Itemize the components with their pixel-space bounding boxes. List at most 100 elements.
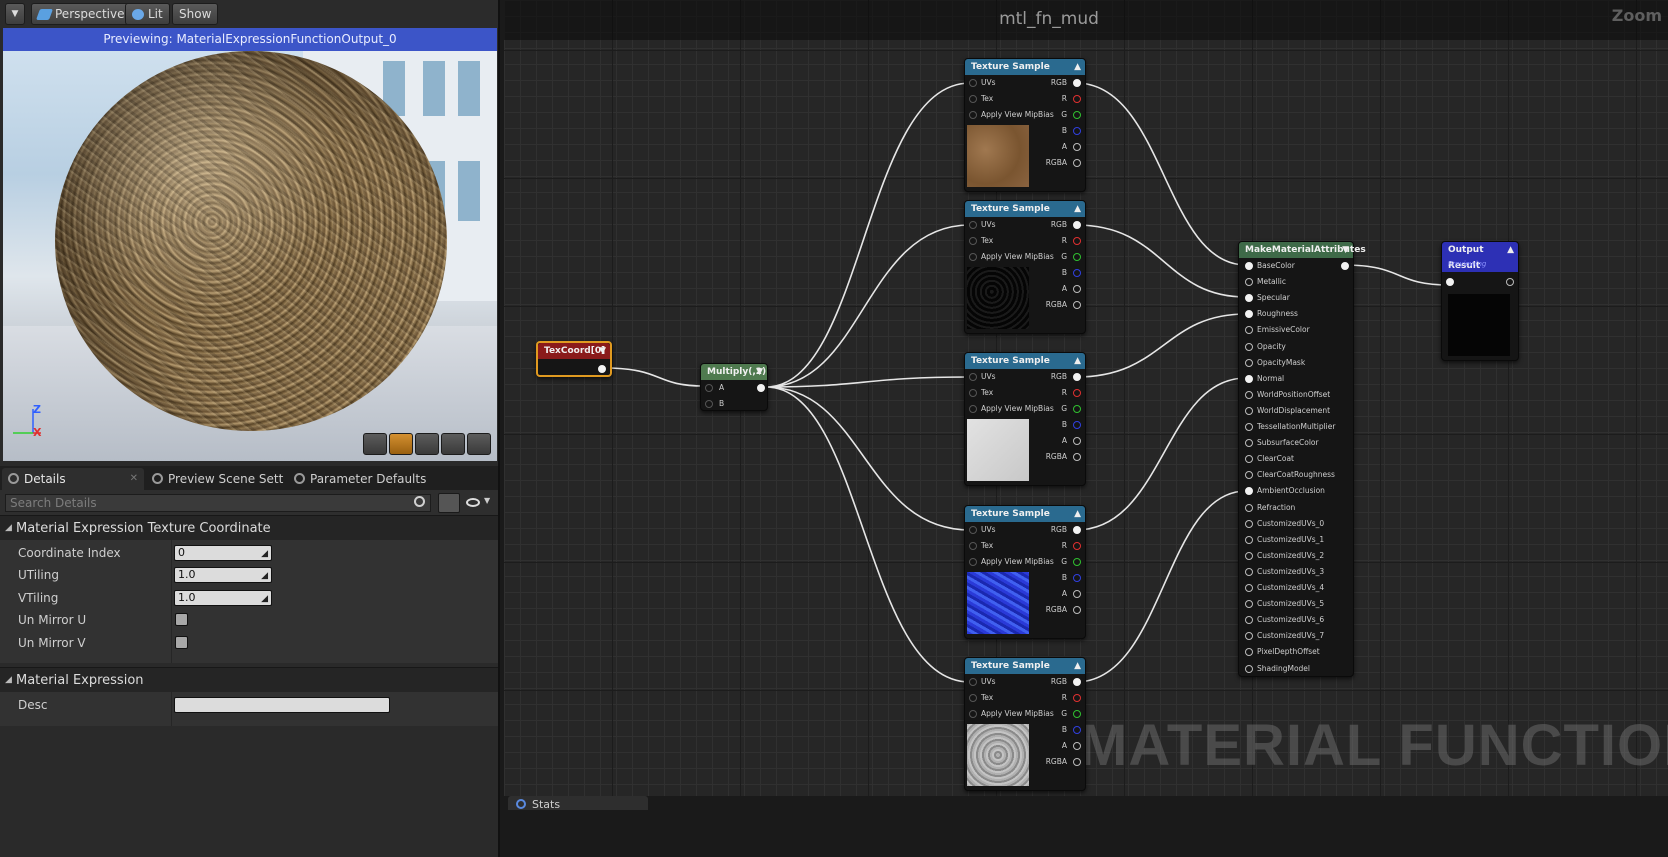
section-texture-coordinate[interactable]: ◢ Material Expression Texture Coordinate <box>0 515 498 540</box>
texture-sample-node[interactable]: Texture Sample ▲ UVs RGB Tex R Apply View … <box>964 352 1086 486</box>
make-attr-input-pin[interactable] <box>1245 535 1253 544</box>
texture-sample-node[interactable]: Texture Sample ▲ UVs RGB Tex R Apply View … <box>964 200 1086 334</box>
make-attr-input-pin[interactable] <box>1245 342 1253 351</box>
utiling-field[interactable]: 1.0 ◢ <box>174 567 272 583</box>
texture-output-pin[interactable] <box>1073 405 1081 413</box>
make-attr-input-pin[interactable] <box>1245 600 1253 609</box>
multiply-pin-a[interactable] <box>705 384 713 392</box>
texture-input-pin[interactable] <box>969 542 977 550</box>
texture-input-pin[interactable] <box>969 710 977 718</box>
section-material-expression[interactable]: ◢ Material Expression <box>0 667 498 692</box>
make-attr-input-pin[interactable] <box>1245 487 1253 496</box>
make-attr-input-pin[interactable] <box>1245 423 1253 431</box>
texture-output-pin[interactable] <box>1073 453 1081 461</box>
close-icon[interactable]: ✕ <box>130 468 138 490</box>
texture-output-pin[interactable] <box>1073 574 1081 582</box>
viewport-options-button[interactable]: ▼ <box>5 3 25 25</box>
texture-input-pin[interactable] <box>969 373 977 381</box>
output-result-node[interactable]: Output Result ▲ Previewing <box>1441 241 1519 361</box>
texture-output-pin[interactable] <box>1073 285 1081 293</box>
un-mirror-v-checkbox[interactable] <box>175 636 188 649</box>
texture-output-pin[interactable] <box>1073 79 1081 87</box>
make-material-attributes-node[interactable]: MakeMaterialAttributes ▼ BaseColor Metal… <box>1238 241 1366 677</box>
texture-output-pin[interactable] <box>1073 269 1081 277</box>
make-attr-input-pin[interactable] <box>1245 551 1253 560</box>
multiply-pin-b[interactable] <box>705 400 713 408</box>
texcoord-node[interactable]: TexCoord[0] ▼ <box>536 341 612 377</box>
texture-input-pin[interactable] <box>969 253 977 261</box>
texture-output-pin[interactable] <box>1073 710 1081 718</box>
view-options-button[interactable] <box>438 493 460 513</box>
preview-viewport[interactable]: Z X <box>3 51 497 461</box>
texture-input-pin[interactable] <box>969 237 977 245</box>
texture-output-pin[interactable] <box>1073 159 1081 167</box>
make-attr-input-pin[interactable] <box>1245 262 1253 270</box>
make-attr-output-pin[interactable] <box>1341 262 1349 270</box>
multiply-node[interactable]: Multiply(,2) ▼ A B <box>700 363 768 411</box>
texture-output-pin[interactable] <box>1073 373 1081 381</box>
make-attr-input-pin[interactable] <box>1245 406 1253 415</box>
texture-output-pin[interactable] <box>1073 694 1081 702</box>
make-attr-input-pin[interactable] <box>1245 455 1253 464</box>
texture-output-pin[interactable] <box>1073 127 1081 135</box>
texcoord-output-pin[interactable] <box>598 365 606 373</box>
texture-sample-node[interactable]: Texture Sample ▲ UVs RGB Tex R Apply View … <box>964 505 1086 639</box>
texture-output-pin[interactable] <box>1073 742 1081 750</box>
material-graph[interactable]: mtl_fn_mud Zoom MATERIAL FUNCTION TexCoo… <box>504 0 1668 796</box>
texture-output-pin[interactable] <box>1073 111 1081 119</box>
tab-parameter-defaults[interactable]: Parameter Defaults <box>288 468 428 490</box>
texture-output-pin[interactable] <box>1073 758 1081 766</box>
texture-input-pin[interactable] <box>969 558 977 566</box>
vtiling-field[interactable]: 1.0 ◢ <box>174 590 272 606</box>
texture-output-pin[interactable] <box>1073 558 1081 566</box>
tab-preview-scene-settings[interactable]: Preview Scene Sett <box>146 468 284 490</box>
eye-icon[interactable] <box>466 498 480 507</box>
texture-input-pin[interactable] <box>969 694 977 702</box>
search-details-input[interactable]: Search Details <box>5 494 431 512</box>
make-attr-input-pin[interactable] <box>1245 632 1253 641</box>
texture-output-pin[interactable] <box>1073 421 1081 429</box>
texture-output-pin[interactable] <box>1073 590 1081 598</box>
texture-input-pin[interactable] <box>969 526 977 534</box>
texture-sample-node[interactable]: Texture Sample ▲ UVs RGB Tex R Apply View … <box>964 58 1086 192</box>
preview-sphere-button[interactable] <box>389 433 413 455</box>
preview-plane-button[interactable] <box>415 433 439 455</box>
texture-output-pin[interactable] <box>1073 221 1081 229</box>
make-attr-input-pin[interactable] <box>1245 616 1253 625</box>
texture-output-pin[interactable] <box>1073 726 1081 734</box>
texture-output-pin[interactable] <box>1073 253 1081 261</box>
texture-input-pin[interactable] <box>969 111 977 119</box>
multiply-output-pin[interactable] <box>757 384 765 392</box>
perspective-button[interactable]: Perspective <box>31 3 132 25</box>
texture-output-pin[interactable] <box>1073 95 1081 103</box>
preview-mesh-button[interactable] <box>467 433 491 455</box>
texture-output-pin[interactable] <box>1073 237 1081 245</box>
texture-output-pin[interactable] <box>1073 542 1081 550</box>
show-button[interactable]: Show <box>172 3 219 25</box>
make-attr-input-pin[interactable] <box>1245 390 1253 399</box>
tab-details[interactable]: Details ✕ <box>2 468 144 490</box>
make-attr-input-pin[interactable] <box>1245 664 1253 673</box>
output-input-pin[interactable] <box>1446 278 1454 286</box>
lit-button[interactable]: Lit <box>125 3 170 25</box>
make-attr-input-pin[interactable] <box>1245 310 1253 319</box>
texture-input-pin[interactable] <box>969 405 977 413</box>
make-attr-input-pin[interactable] <box>1245 278 1253 287</box>
texture-output-pin[interactable] <box>1073 301 1081 309</box>
make-attr-input-pin[interactable] <box>1245 567 1253 576</box>
texture-input-pin[interactable] <box>969 79 977 87</box>
make-attr-input-pin[interactable] <box>1245 503 1253 512</box>
texture-sample-node[interactable]: Texture Sample ▲ UVs RGB Tex R Apply View … <box>964 657 1086 791</box>
make-attr-input-pin[interactable] <box>1245 374 1253 383</box>
make-attr-input-pin[interactable] <box>1245 358 1253 367</box>
make-attr-input-pin[interactable] <box>1245 648 1253 657</box>
preview-cylinder-button[interactable] <box>363 433 387 455</box>
un-mirror-u-checkbox[interactable] <box>175 613 188 626</box>
make-attr-input-pin[interactable] <box>1245 326 1253 335</box>
texture-output-pin[interactable] <box>1073 606 1081 614</box>
make-attr-input-pin[interactable] <box>1245 439 1253 448</box>
desc-field[interactable] <box>174 697 390 713</box>
chevron-down-icon[interactable]: ▼ <box>484 496 490 505</box>
texture-input-pin[interactable] <box>969 95 977 103</box>
texture-output-pin[interactable] <box>1073 678 1081 686</box>
